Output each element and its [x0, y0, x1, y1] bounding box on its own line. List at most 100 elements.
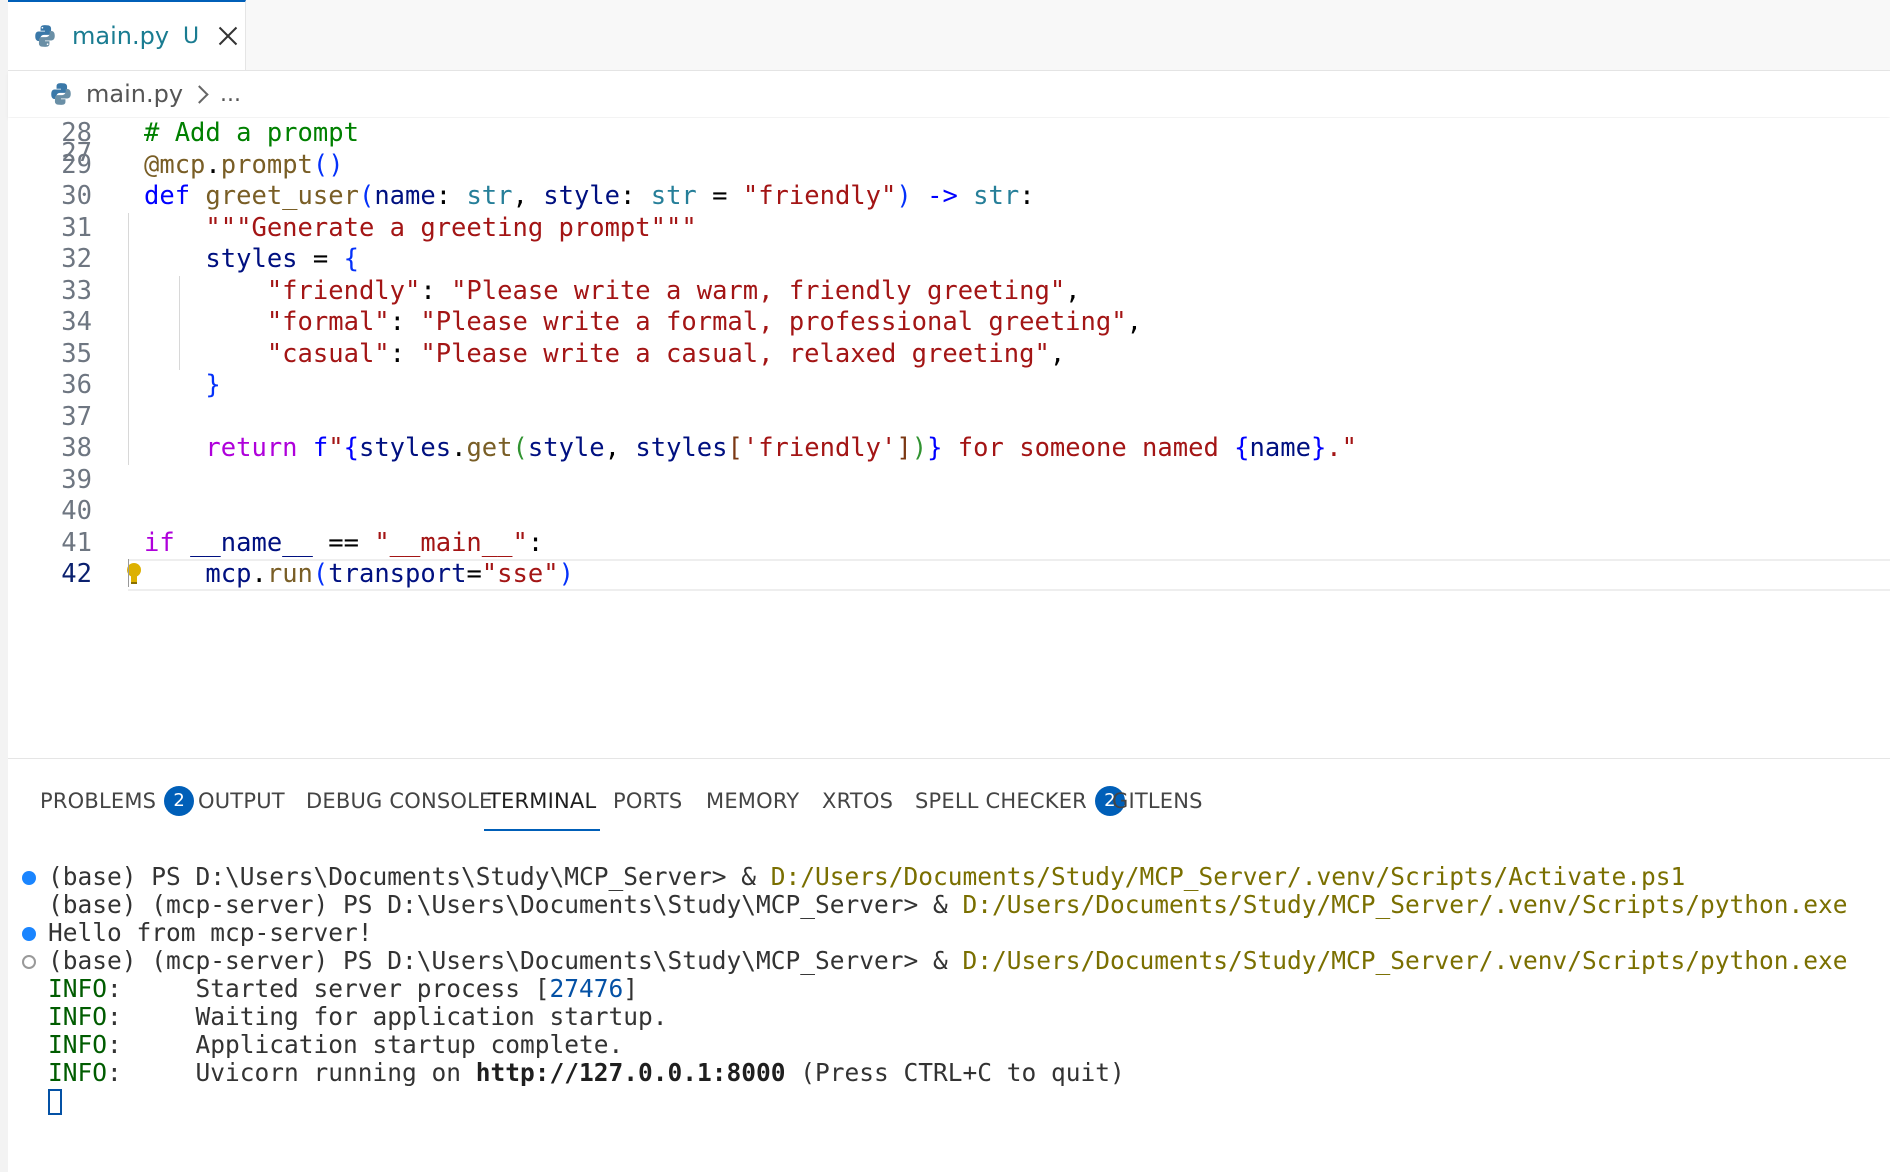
code-text: @mcp.prompt() — [144, 150, 344, 182]
code-token: : — [435, 181, 467, 211]
count-badge: 2 — [164, 786, 195, 816]
code-token: str — [466, 181, 513, 211]
tab-xrtos[interactable]: XRTOS — [822, 789, 893, 831]
activity-edge — [0, 0, 8, 1172]
code-line[interactable]: 39 — [8, 465, 1890, 497]
code-token: styles — [358, 433, 452, 463]
terminal-token: Hello from mcp-server! — [48, 918, 373, 947]
code-token: str — [973, 181, 1020, 211]
tab-ports[interactable]: PORTS — [613, 789, 682, 831]
bottom-panel: PROBLEMS 2 OUTPUT DEBUG CONSOLE TERMINAL PORT… — [8, 758, 1890, 1172]
line-number: 36 — [61, 370, 92, 400]
code-token: . — [251, 559, 267, 589]
code-line[interactable]: 30 def greet_user(name: str, style: str =… — [8, 181, 1890, 213]
code-token: : — [389, 338, 421, 369]
tab-output[interactable]: OUTPUT — [198, 789, 285, 831]
terminal-link[interactable]: D:/Users/Documents/Study/MCP_Server/.ven… — [771, 862, 1686, 891]
terminal-link[interactable]: D:/Users/Documents/Study/MCP_Server/.ven… — [963, 890, 1848, 919]
command-success-icon[interactable] — [22, 927, 36, 941]
code-line[interactable]: 35 "casual": "Please write a casual, rel… — [8, 339, 1890, 371]
code-token: "friendly" — [266, 275, 421, 306]
code-line[interactable]: 33 "friendly": "Please write a warm, fri… — [8, 276, 1890, 308]
line-number: 39 — [61, 464, 92, 495]
code-token: "__main__" — [374, 527, 528, 558]
code-token: } — [205, 370, 221, 400]
code-token: = — [696, 181, 743, 211]
code-text: "casual": "Please write a casual, relaxe… — [144, 339, 1065, 371]
code-token: "Please write a warm, friendly greeting" — [451, 275, 1066, 306]
code-line[interactable]: 31 """Generate a greeting prompt""" — [8, 213, 1890, 245]
code-token: () — [312, 149, 344, 180]
code-line[interactable]: 28 # Add a prompt — [8, 118, 1890, 150]
code-token: " — [328, 433, 344, 463]
terminal-token: INFO — [48, 1002, 108, 1031]
terminal-line: (base) PS D:\Users\Documents\Study\MCP_S… — [8, 863, 1890, 891]
terminal-text: Hello from mcp-server! — [48, 919, 373, 947]
code-token: , — [512, 181, 544, 211]
code-line[interactable]: 34 "formal": "Please write a formal, pro… — [8, 307, 1890, 339]
code-token: ( — [512, 433, 528, 463]
terminal-line: Hello from mcp-server! — [8, 919, 1890, 947]
code-token: "friendly" — [742, 181, 897, 211]
code-token: = — [297, 244, 344, 274]
code-token: ) — [558, 559, 574, 589]
code-line[interactable]: 37 — [8, 402, 1890, 434]
code-token: # Add a prompt — [144, 118, 359, 148]
code-token: "Please write a formal, professional gre… — [420, 307, 1127, 337]
code-token: styles — [635, 433, 728, 463]
terminal-token: (base) (mcp-server) PS D:\Users\Document… — [48, 890, 963, 919]
tab-main-py[interactable]: main.py U — [8, 0, 246, 70]
code-token: ." — [1326, 433, 1358, 463]
python-file-icon — [35, 25, 55, 47]
active-tab-indicator — [484, 829, 601, 831]
code-token: ) — [911, 433, 928, 463]
code-token: ( — [312, 559, 329, 589]
close-icon[interactable] — [217, 25, 239, 47]
code-editor[interactable]: 27 28 # Add a prompt 29 @mcp.prompt() 30 def … — [8, 118, 1890, 758]
panel-tab-label: PROBLEMS — [40, 789, 157, 813]
code-text: def greet_user(name: str, style: str = "… — [144, 181, 1035, 213]
tab-terminal[interactable]: TERMINAL — [484, 789, 601, 831]
code-token: ( — [358, 181, 375, 211]
code-line[interactable]: 42 mcp.run(transport="sse") — [8, 559, 1890, 591]
code-text: return f"{styles.get(style, styles['frie… — [144, 433, 1357, 465]
code-text: """Generate a greeting prompt""" — [144, 212, 697, 245]
command-pending-icon[interactable] — [22, 955, 36, 969]
terminal-line: INFO: Started server process [27476] — [8, 975, 1890, 1003]
code-token: "sse" — [481, 559, 559, 589]
terminal-text: INFO: Uvicorn running on http://127.0.0.… — [48, 1059, 1125, 1087]
breadcrumb-file[interactable]: main.py — [86, 80, 183, 108]
terminal-link[interactable]: D:/Users/Documents/Study/MCP_Server/.ven… — [963, 946, 1848, 975]
terminal-text: INFO: Application startup complete. — [48, 1031, 623, 1059]
tab-gitlens[interactable]: GITLENS — [1112, 789, 1203, 831]
tab-spell-checker[interactable]: SPELL CHECKER 2 — [915, 786, 1125, 831]
code-line[interactable]: 40 — [8, 496, 1890, 528]
code-line[interactable]: 29 @mcp.prompt() — [8, 150, 1890, 182]
code-line[interactable]: 41 if __name__ == "__main__": — [8, 528, 1890, 560]
tab-memory[interactable]: MEMORY — [706, 789, 799, 831]
line-number: 38 — [61, 433, 92, 463]
code-token: """Generate a greeting prompt""" — [205, 212, 697, 243]
code-line[interactable]: 38 return f"{styles.get(style, styles['f… — [8, 433, 1890, 465]
code-line[interactable]: 36 } — [8, 370, 1890, 402]
line-number: 32 — [61, 244, 92, 274]
panel-tab-label: PORTS — [613, 789, 683, 813]
breadcrumb-symbol[interactable]: ... — [220, 82, 241, 107]
line-number: 41 — [61, 527, 92, 558]
code-text: mcp.run(transport="sse") — [144, 559, 574, 591]
code-token: f — [312, 433, 329, 463]
command-success-icon[interactable] — [22, 871, 36, 885]
code-line[interactable]: 32 styles = { — [8, 244, 1890, 276]
terminal-link[interactable]: http://127.0.0.1:8000 — [476, 1058, 786, 1087]
terminal-cursor[interactable] — [48, 1089, 62, 1115]
code-token: name — [374, 181, 436, 211]
code-token: . — [205, 149, 221, 180]
tab-debug-console[interactable]: DEBUG CONSOLE — [306, 789, 493, 831]
tab-problems[interactable]: PROBLEMS 2 — [40, 786, 195, 831]
panel-tab-label: OUTPUT — [198, 789, 285, 813]
code-token: prompt — [220, 149, 313, 180]
code-token: : — [620, 181, 651, 211]
